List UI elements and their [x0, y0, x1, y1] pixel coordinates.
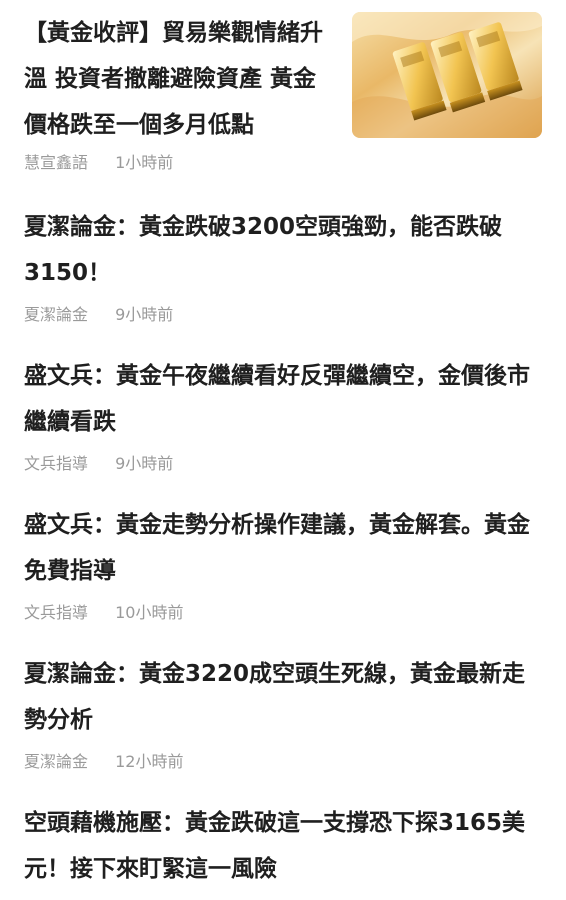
gold-bars-illustration	[352, 12, 542, 138]
news-title[interactable]: 夏潔論金：黃金3220成空頭生死線，黃金最新走勢分析	[24, 651, 542, 743]
news-item[interactable]: 夏潔論金：黃金3220成空頭生死線，黃金最新走勢分析 夏潔論金 12小時前	[24, 651, 542, 773]
news-time: 12小時前	[115, 752, 184, 771]
news-source: 夏潔論金	[24, 752, 89, 771]
news-title[interactable]: 盛文兵：黃金走勢分析操作建議，黃金解套。黃金免費指導	[24, 502, 542, 594]
news-title[interactable]: 【黃金收評】貿易樂觀情緒升溫 投資者撤離避險資產 黃金價格跌至一個多月低點	[24, 10, 334, 148]
news-time: 9小時前	[115, 305, 174, 324]
news-time: 9小時前	[115, 454, 174, 473]
news-item[interactable]: 【黃金收評】貿易樂觀情緒升溫 投資者撤離避險資產 黃金價格跌至一個多月低點 慧宣…	[24, 10, 542, 174]
news-item[interactable]: 盛文兵：黃金走勢分析操作建議，黃金解套。黃金免費指導 文兵指導 10小時前	[24, 502, 542, 624]
news-title[interactable]: 盛文兵：黃金午夜繼續看好反彈繼續空，金價後市繼續看跌	[24, 353, 542, 445]
news-source: 文兵指導	[24, 603, 89, 622]
news-meta: 夏潔論金 9小時前	[24, 304, 542, 326]
news-meta: 慧宣鑫語 1小時前	[24, 152, 542, 174]
news-feed: 【黃金收評】貿易樂觀情緒升溫 投資者撤離避險資產 黃金價格跌至一個多月低點 慧宣…	[0, 0, 566, 900]
news-source: 夏潔論金	[24, 305, 89, 324]
news-time: 10小時前	[115, 603, 184, 622]
news-meta: 夏潔論金 12小時前	[24, 751, 542, 773]
news-meta: 文兵指導 10小時前	[24, 602, 542, 624]
news-time: 1小時前	[115, 153, 174, 172]
news-title[interactable]: 空頭藉機施壓：黃金跌破這一支撐恐下探3165美元！接下來盯緊這一風險	[24, 800, 542, 892]
news-source: 文兵指導	[24, 454, 89, 473]
news-meta: 文兵指導 9小時前	[24, 453, 542, 475]
gold-bars-image[interactable]	[352, 12, 542, 138]
news-item[interactable]: 盛文兵：黃金午夜繼續看好反彈繼續空，金價後市繼續看跌 文兵指導 9小時前	[24, 353, 542, 475]
news-title[interactable]: 夏潔論金：黃金跌破3200空頭強勁，能否跌破3150！	[24, 204, 542, 296]
news-source: 慧宣鑫語	[24, 153, 89, 172]
news-item[interactable]: 空頭藉機施壓：黃金跌破這一支撐恐下探3165美元！接下來盯緊這一風險	[24, 800, 542, 892]
news-item[interactable]: 夏潔論金：黃金跌破3200空頭強勁，能否跌破3150！ 夏潔論金 9小時前	[24, 204, 542, 326]
